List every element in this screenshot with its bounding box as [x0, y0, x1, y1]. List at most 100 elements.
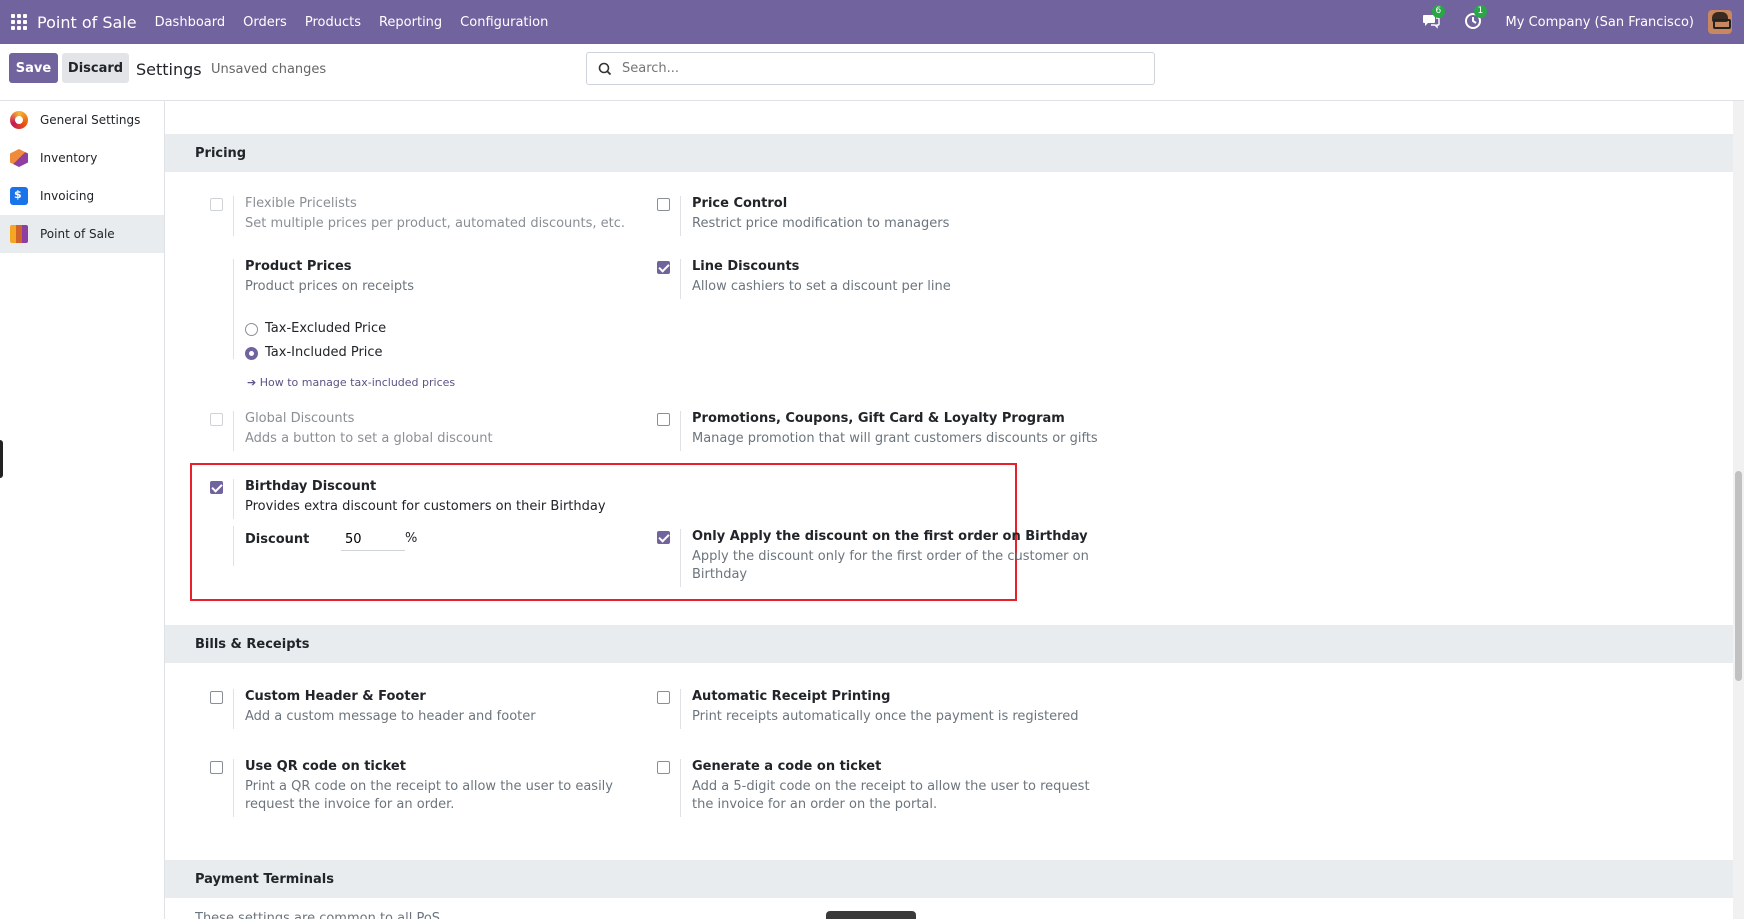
company-switcher[interactable]: My Company (San Francisco): [1506, 15, 1694, 30]
search-icon: [598, 62, 612, 75]
setting-divider: [680, 196, 681, 236]
tax-included-label[interactable]: Tax-Included Price: [265, 345, 383, 360]
first-order-only-desc-line1: Apply the discount only for the first or…: [692, 549, 1089, 564]
payment-terminals-note: These settings are common to all PoS: [195, 911, 441, 919]
global-discounts-checkbox[interactable]: [210, 413, 223, 426]
setting-divider: [233, 411, 234, 451]
line-discounts-desc: Allow cashiers to set a discount per lin…: [692, 279, 951, 294]
setting-divider: [680, 259, 681, 299]
discount-label: Discount: [245, 532, 310, 547]
setting-divider: [233, 196, 234, 236]
custom-header-footer-checkbox[interactable]: [210, 691, 223, 704]
promotions-checkbox[interactable]: [657, 413, 670, 426]
sidebar-item-invoicing[interactable]: Invoicing: [0, 177, 164, 215]
generate-code-ticket-desc-line2: the invoice for an order on the portal.: [692, 797, 938, 812]
control-panel: Save Discard Settings Unsaved changes: [0, 44, 1744, 101]
sidebar-item-inventory[interactable]: Inventory: [0, 139, 164, 177]
settings-sidebar: General Settings Inventory Invoicing Poi…: [0, 101, 165, 919]
setting-divider: [233, 689, 234, 729]
setting-divider: [680, 689, 681, 729]
price-control-title: Price Control: [692, 196, 788, 211]
section-heading-bills-receipts: Bills & Receipts: [165, 625, 1733, 663]
qr-code-ticket-desc-line2: request the invoice for an order.: [245, 797, 455, 812]
menu-reporting[interactable]: Reporting: [379, 15, 442, 30]
sidebar-item-point-of-sale[interactable]: Point of Sale: [0, 215, 164, 253]
sidebar-item-general-settings[interactable]: General Settings: [0, 101, 164, 139]
flexible-pricelists-title: Flexible Pricelists: [245, 196, 357, 211]
first-order-only-desc-line2: Birthday: [692, 567, 748, 582]
user-avatar[interactable]: [1708, 10, 1732, 34]
birthday-discount-title: Birthday Discount: [245, 479, 377, 494]
first-order-only-checkbox[interactable]: [657, 531, 670, 544]
general-settings-icon: [10, 111, 28, 129]
birthday-discount-checkbox[interactable]: [210, 481, 223, 494]
side-handle: [0, 440, 3, 478]
product-prices-desc: Product prices on receipts: [245, 279, 415, 294]
scrollbar-thumb[interactable]: [1735, 471, 1742, 681]
line-discounts-checkbox[interactable]: [657, 261, 670, 274]
sidebar-item-label: General Settings: [40, 113, 141, 127]
global-discounts-desc: Adds a button to set a global discount: [245, 431, 493, 446]
tax-included-radio[interactable]: [245, 347, 258, 360]
custom-header-footer-title: Custom Header & Footer: [245, 689, 426, 704]
qr-code-ticket-desc-line1: Print a QR code on the receipt to allow …: [245, 779, 613, 794]
settings-content: Pricing Flexible Pricelists Set multiple…: [165, 101, 1733, 919]
generate-code-ticket-title: Generate a code on ticket: [692, 759, 882, 774]
search-input[interactable]: [622, 61, 1122, 76]
custom-header-footer-desc: Add a custom message to header and foote…: [245, 709, 536, 724]
flexible-pricelists-checkbox[interactable]: [210, 198, 223, 211]
flexible-pricelists-desc: Set multiple prices per product, automat…: [245, 216, 626, 231]
promotions-title: Promotions, Coupons, Gift Card & Loyalty…: [692, 411, 1065, 426]
setting-divider: [680, 759, 681, 817]
first-order-only-title: Only Apply the discount on the first ord…: [692, 529, 1088, 544]
generate-code-ticket-checkbox[interactable]: [657, 761, 670, 774]
qr-code-ticket-title: Use QR code on ticket: [245, 759, 406, 774]
apps-menu-icon[interactable]: [11, 14, 27, 30]
sidebar-item-label: Point of Sale: [40, 227, 115, 241]
discard-button[interactable]: Discard: [62, 53, 129, 83]
tax-excluded-label[interactable]: Tax-Excluded Price: [265, 321, 386, 336]
menu-configuration[interactable]: Configuration: [460, 15, 548, 30]
content-scrollbar[interactable]: [1733, 101, 1744, 919]
setting-divider: [233, 526, 234, 566]
activities-badge: 1: [1473, 5, 1488, 18]
price-control-desc: Restrict price modification to managers: [692, 216, 950, 231]
global-discounts-title: Global Discounts: [245, 411, 355, 426]
unsaved-status: Unsaved changes: [211, 62, 327, 77]
setting-divider: [233, 479, 234, 519]
save-button[interactable]: Save: [9, 53, 58, 83]
auto-receipt-printing-desc: Print receipts automatically once the pa…: [692, 709, 1079, 724]
tax-included-help-link[interactable]: ➔ How to manage tax-included prices: [247, 376, 455, 389]
auto-receipt-printing-checkbox[interactable]: [657, 691, 670, 704]
tax-excluded-radio[interactable]: [245, 323, 258, 336]
line-discounts-title: Line Discounts: [692, 259, 800, 274]
auto-receipt-printing-title: Automatic Receipt Printing: [692, 689, 891, 704]
promotions-desc: Manage promotion that will grant custome…: [692, 431, 1098, 446]
invoicing-icon: [10, 187, 28, 205]
activities-clock-icon[interactable]: 1: [1464, 5, 1488, 32]
sidebar-item-label: Invoicing: [40, 189, 95, 203]
price-control-checkbox[interactable]: [657, 198, 670, 211]
discount-unit: %: [405, 531, 418, 546]
app-brand[interactable]: Point of Sale: [37, 13, 137, 32]
setting-divider: [233, 259, 234, 359]
setting-divider: [680, 411, 681, 451]
top-navbar: Point of Sale Dashboard Orders Products …: [0, 0, 1744, 44]
discount-input[interactable]: [341, 529, 405, 551]
sidebar-item-label: Inventory: [40, 151, 98, 165]
setting-divider: [233, 759, 234, 817]
bottom-handle: [826, 911, 916, 919]
section-heading-payment-terminals: Payment Terminals: [165, 860, 1733, 898]
menu-products[interactable]: Products: [305, 15, 361, 30]
qr-code-ticket-checkbox[interactable]: [210, 761, 223, 774]
messages-badge: 6: [1431, 5, 1446, 18]
search-box[interactable]: [586, 52, 1155, 85]
generate-code-ticket-desc-line1: Add a 5-digit code on the receipt to all…: [692, 779, 1090, 794]
messages-icon[interactable]: 6: [1422, 5, 1446, 32]
page-title: Settings: [136, 60, 202, 79]
menu-orders[interactable]: Orders: [243, 15, 287, 30]
inventory-icon: [10, 149, 28, 167]
point-of-sale-icon: [10, 225, 28, 243]
menu-dashboard[interactable]: Dashboard: [155, 15, 226, 30]
setting-divider: [680, 529, 681, 587]
